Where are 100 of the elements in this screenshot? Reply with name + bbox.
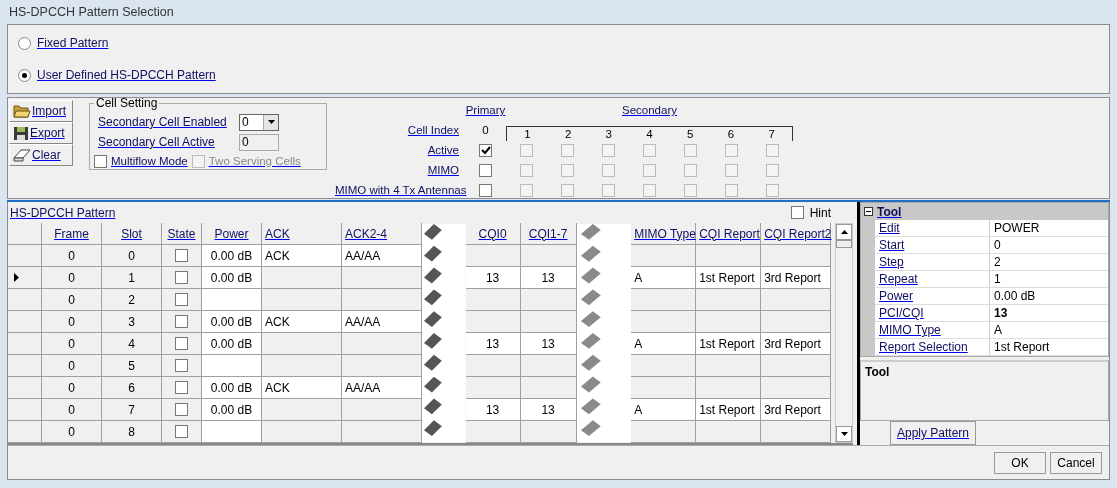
table-cell: 0 [102, 245, 162, 267]
table-cell: 1st Report [696, 399, 762, 421]
cell-index: 5 [686, 126, 695, 141]
cell-index: 2 [563, 126, 573, 141]
table-cell: 13 [520, 267, 577, 289]
table-cell [761, 355, 832, 377]
checkbox-label[interactable]: Multiflow Mode [111, 155, 188, 167]
scrollbar[interactable] [835, 223, 853, 443]
scroll-down-icon [840, 432, 848, 436]
secondary-cell-dropdown[interactable]: 0 [239, 113, 279, 131]
cell-index: 4 [645, 126, 654, 141]
apply-pattern-button[interactable]: Apply Pattern [890, 421, 977, 445]
table-cell [520, 377, 577, 399]
table-cell: 3 [102, 311, 162, 333]
property-name[interactable]: Step [879, 255, 904, 269]
import-button[interactable]: Import [9, 100, 73, 122]
table-cell: 0.00 dB [202, 311, 262, 333]
row-label: Cell Index [406, 124, 460, 136]
table-cell: A [631, 333, 697, 355]
radio-label[interactable]: User Defined HS-DPCCH Pattern [37, 68, 216, 82]
input-field[interactable]: 0 [239, 133, 279, 151]
column-header[interactable]: Frame [54, 226, 89, 241]
ok-button[interactable]: OK [994, 451, 1046, 474]
table-cell: 0 [42, 377, 102, 399]
folder-icon [13, 104, 31, 118]
table-cell [520, 355, 577, 377]
checkbox[interactable] [175, 403, 188, 416]
table-cell: 0.00 dB [202, 267, 262, 289]
column-header[interactable]: Slot [121, 226, 142, 241]
field-label: Secondary Cell Active [98, 135, 216, 149]
radio-button[interactable] [18, 68, 31, 82]
table-cell: 0 [42, 245, 102, 267]
checkbox[interactable] [175, 425, 188, 438]
property-name[interactable]: MIMO Type [879, 323, 941, 337]
table-cell [696, 377, 762, 399]
table-cell: ACK [262, 377, 342, 399]
radio-label[interactable]: Fixed Pattern [37, 36, 109, 50]
checkbox[interactable] [175, 293, 188, 306]
row-header[interactable] [8, 267, 42, 289]
property-value[interactable]: 13 [990, 305, 1108, 321]
table-cell: 8 [102, 421, 162, 443]
property-name[interactable]: PCI/CQI [879, 306, 924, 320]
table-cell: 7 [102, 399, 162, 421]
table-cell: 3rd Report [761, 333, 832, 355]
property-value[interactable]: POWER [990, 220, 1108, 236]
column-header[interactable]: CQI1-7 [528, 226, 568, 241]
row-label: MIMO with 4 Tx Antennas [335, 184, 465, 196]
property-name[interactable]: Edit [879, 221, 900, 235]
table-cell: 5 [102, 355, 162, 377]
checkbox-label[interactable]: Hint [809, 205, 831, 220]
secondary-heading: Secondary [621, 104, 678, 116]
property-value[interactable]: A [990, 322, 1108, 338]
property-value[interactable]: 2 [990, 254, 1108, 270]
collapse-icon[interactable] [864, 207, 873, 216]
checkbox[interactable] [94, 154, 107, 168]
scroll-thumb[interactable] [836, 240, 852, 248]
column-header[interactable]: Power [214, 226, 249, 241]
property-value[interactable]: 0.00 dB [990, 288, 1108, 304]
cell-index: 6 [726, 126, 736, 141]
table-cell [696, 355, 762, 377]
column-header[interactable]: ACK2-4 [345, 226, 388, 241]
checkbox[interactable] [479, 163, 492, 177]
checkbox[interactable] [790, 206, 804, 219]
table-cell: AA/AA [342, 245, 422, 267]
table-cell [465, 355, 521, 377]
table-cell: 0.00 dB [202, 333, 262, 355]
property-value[interactable]: 1 [990, 271, 1108, 287]
table-cell [631, 377, 697, 399]
property-name[interactable]: Report Selection [879, 340, 968, 354]
export-button[interactable]: Export [9, 122, 73, 144]
column-header[interactable]: State [167, 226, 196, 241]
property-value[interactable]: 0 [990, 237, 1108, 253]
table-cell [520, 311, 577, 333]
column-header[interactable]: ACK [265, 226, 290, 241]
checkbox[interactable] [479, 143, 492, 157]
cell-index: 7 [767, 126, 776, 141]
checkbox[interactable] [175, 337, 188, 350]
checkbox[interactable] [175, 381, 188, 394]
checkbox[interactable] [175, 315, 188, 328]
cancel-button[interactable]: Cancel [1050, 451, 1102, 474]
column-header[interactable]: CQI0 [478, 226, 507, 241]
table-cell: ACK [262, 245, 342, 267]
checkbox[interactable] [175, 249, 188, 262]
property-name[interactable]: Power [879, 289, 913, 303]
current-row-icon [14, 273, 19, 282]
checkbox[interactable] [175, 359, 188, 372]
property-name[interactable]: Repeat [879, 272, 918, 286]
table-cell: 1st Report [696, 267, 762, 289]
clear-button[interactable]: Clear [9, 144, 73, 166]
cell-index: 3 [604, 126, 613, 141]
property-value[interactable]: 1st Report [990, 339, 1108, 355]
property-name[interactable]: Start [879, 238, 905, 252]
table-cell: 13 [520, 399, 577, 421]
checkbox[interactable] [479, 183, 492, 197]
row-label: Active [426, 144, 460, 156]
table-cell: A [631, 399, 697, 421]
section-title: HS-DPCCH Pattern [10, 205, 116, 220]
table-cell [631, 355, 697, 377]
radio-button[interactable] [18, 36, 31, 50]
checkbox[interactable] [175, 271, 188, 284]
